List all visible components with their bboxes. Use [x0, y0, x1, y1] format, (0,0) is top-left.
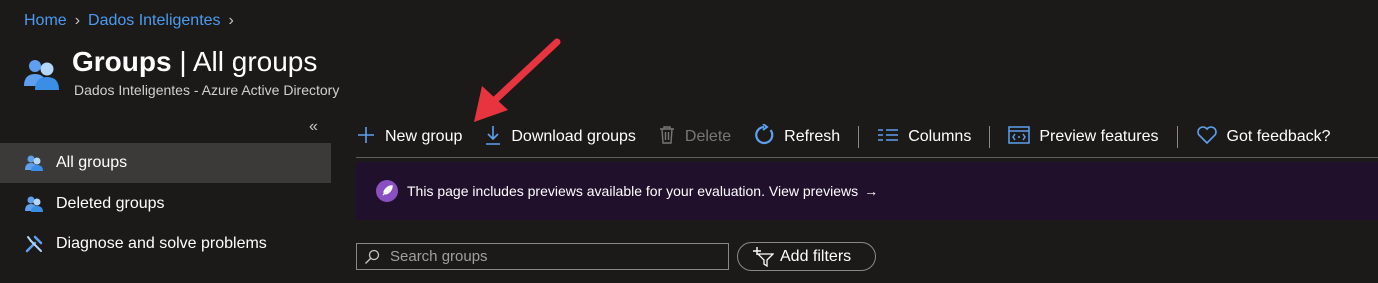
rocket-icon	[376, 180, 398, 202]
wrench-icon	[24, 234, 44, 254]
breadcrumb: Home › Dados Inteligentes ›	[24, 11, 234, 31]
new-group-button[interactable]: New group	[356, 125, 462, 150]
add-filters-label: Add filters	[780, 247, 852, 265]
sidebar-item-deleted-groups[interactable]: Deleted groups	[0, 184, 331, 224]
chevron-right-icon: ›	[228, 12, 234, 29]
sidebar-item-label: All groups	[56, 154, 128, 171]
page-subtitle: Dados Inteligentes - Azure Active Direct…	[74, 82, 340, 98]
sidebar-item-diagnose[interactable]: Diagnose and solve problems	[0, 224, 331, 264]
users-icon	[24, 153, 44, 173]
feedback-label: Got feedback?	[1226, 128, 1331, 145]
preview-banner-link[interactable]: This page includes previews available fo…	[407, 183, 858, 199]
page-title: Groups | All groups	[72, 44, 317, 80]
sidebar-item-label: Deleted groups	[56, 195, 165, 212]
breadcrumb-home-link[interactable]: Home	[24, 12, 67, 30]
preview-features-button[interactable]: Preview features	[1008, 125, 1159, 149]
preview-features-icon	[1008, 125, 1031, 149]
trash-icon	[658, 125, 676, 150]
toolbar-divider	[1176, 126, 1178, 148]
page-title-separator: |	[171, 46, 193, 77]
preview-banner: This page includes previews available fo…	[356, 162, 1378, 220]
sidebar-item-label: Diagnose and solve problems	[56, 235, 267, 252]
refresh-button[interactable]: Refresh	[753, 122, 841, 151]
refresh-icon	[753, 122, 775, 151]
search-icon	[364, 249, 380, 265]
sidebar-item-all-groups[interactable]: All groups	[0, 143, 331, 183]
breadcrumb-tenant-link[interactable]: Dados Inteligentes	[88, 12, 221, 30]
search-box[interactable]	[356, 243, 729, 270]
add-filter-icon	[752, 246, 775, 267]
plus-icon	[356, 125, 376, 150]
delete-label: Delete	[684, 128, 732, 145]
arrow-right-icon: →	[864, 183, 879, 199]
heart-icon	[1196, 125, 1218, 150]
columns-label: Columns	[908, 128, 972, 145]
delete-button[interactable]: Delete	[658, 125, 731, 150]
page-title-sub: All groups	[192, 46, 318, 77]
toolbar-divider-line	[356, 157, 1378, 158]
columns-icon	[877, 128, 899, 147]
groups-icon	[22, 56, 62, 92]
toolbar-divider	[989, 126, 991, 148]
toolbar-divider	[858, 126, 860, 148]
search-input[interactable]	[388, 247, 722, 266]
columns-button[interactable]: Columns	[877, 128, 971, 147]
users-icon	[24, 194, 44, 214]
add-filters-button[interactable]: Add filters	[737, 242, 876, 271]
collapse-sidebar-button[interactable]: «	[309, 118, 318, 136]
preview-features-label: Preview features	[1039, 128, 1159, 145]
page-title-main: Groups	[72, 46, 172, 77]
chevron-right-icon: ›	[74, 12, 81, 29]
feedback-button[interactable]: Got feedback?	[1196, 125, 1331, 150]
new-group-label: New group	[385, 128, 463, 145]
refresh-label: Refresh	[784, 128, 841, 145]
annotation-arrow	[460, 36, 570, 132]
